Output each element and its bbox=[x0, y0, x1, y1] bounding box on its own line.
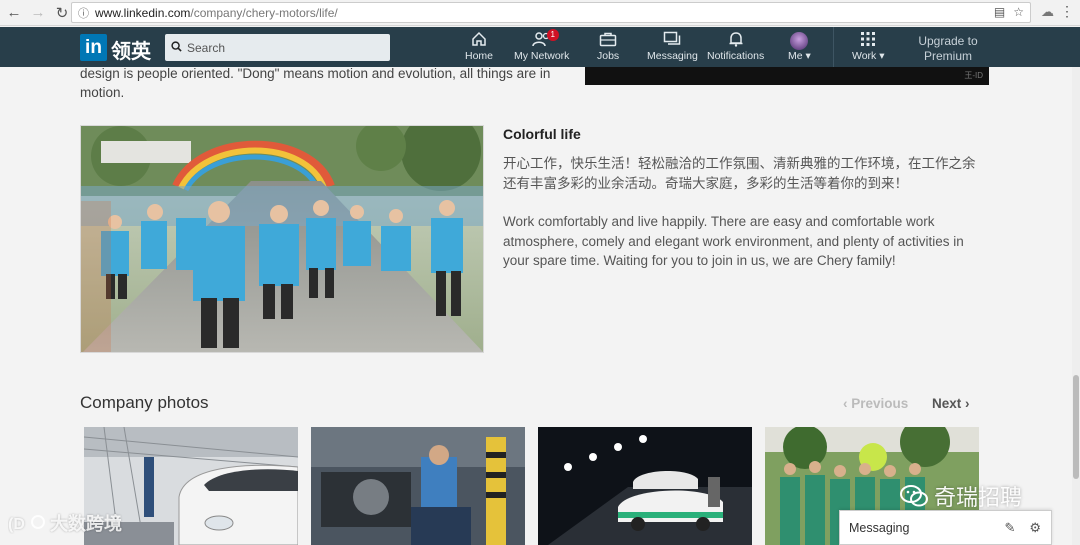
network-icon: 1 bbox=[531, 29, 559, 50]
messaging-bar-label: Messaging bbox=[849, 520, 910, 535]
previous-label: Previous bbox=[851, 396, 909, 411]
colorful-life-cn-text: 开心工作，快乐生活！轻松融洽的工作氛围、清新典雅的工作环境，在工作之余还有丰富多… bbox=[503, 156, 976, 191]
nav-home-label: Home bbox=[465, 50, 494, 62]
bell-icon bbox=[728, 31, 744, 50]
back-arrow-icon[interactable]: ← bbox=[4, 3, 24, 23]
nav-work-label: Work ▾ bbox=[852, 50, 885, 62]
company-photo-2[interactable] bbox=[311, 427, 525, 545]
next-button[interactable]: Next › bbox=[932, 396, 970, 411]
translate-icon[interactable]: ▤ bbox=[994, 5, 1005, 19]
nav-notifications[interactable]: Notifications bbox=[707, 31, 764, 62]
notification-badge: 1 bbox=[546, 29, 559, 41]
nav-messaging-label: Messaging bbox=[647, 50, 698, 62]
upgrade-premium-link[interactable]: Upgrade to Premium bbox=[905, 34, 991, 64]
url-host: www.linkedin.com bbox=[95, 5, 191, 20]
nav-my-network-label: My Network bbox=[514, 50, 570, 62]
linkedin-logo-cn[interactable]: 领英 bbox=[111, 35, 151, 64]
browser-toolbar: ← → ↻ ⓘ www.linkedin.com/company/chery-m… bbox=[0, 0, 1080, 26]
briefcase-icon bbox=[599, 31, 617, 50]
nav-messaging[interactable]: Messaging bbox=[647, 31, 698, 62]
about-intro-text: design is people oriented. "Dong" means … bbox=[80, 66, 551, 100]
avatar bbox=[790, 32, 809, 50]
company-photo-3[interactable] bbox=[538, 427, 752, 545]
svg-text:(D: (D bbox=[8, 516, 25, 533]
watermark-logo-icon: (D bbox=[8, 515, 45, 533]
gear-icon[interactable]: ⚙ bbox=[1029, 520, 1041, 536]
home-icon bbox=[471, 31, 487, 50]
watermark-right-text: 奇瑞招聘 bbox=[934, 485, 1023, 510]
next-label: Next bbox=[932, 396, 962, 411]
compose-icon[interactable]: ✎ bbox=[1004, 520, 1015, 536]
nav-work[interactable]: Work ▾ bbox=[852, 31, 885, 62]
watermark-left: (D 大数跨境 bbox=[8, 510, 122, 536]
colorful-life-title: Colorful life bbox=[503, 126, 581, 142]
messaging-panel-bar[interactable]: Messaging ✎ ⚙ bbox=[839, 510, 1052, 545]
video-caption: 王-ID bbox=[964, 71, 983, 80]
company-photos-title: Company photos bbox=[80, 393, 209, 412]
search-icon bbox=[171, 40, 182, 55]
address-bar[interactable]: ⓘ www.linkedin.com/company/chery-motors/… bbox=[71, 2, 1031, 23]
bookmark-star-icon[interactable]: ☆ bbox=[1013, 5, 1024, 19]
previous-button[interactable]: ‹ Previous bbox=[843, 396, 908, 411]
reload-icon[interactable]: ↻ bbox=[52, 3, 72, 23]
nav-my-network[interactable]: 1 My Network bbox=[514, 29, 570, 62]
nav-notifications-label: Notifications bbox=[707, 50, 765, 62]
colorful-life-photo bbox=[80, 125, 484, 353]
extension-cloud-icon[interactable]: ☁ bbox=[1041, 4, 1054, 20]
grid-icon bbox=[860, 31, 876, 50]
nav-jobs-label: Jobs bbox=[597, 50, 620, 62]
url-path: /company/chery-motors/life/ bbox=[190, 5, 338, 20]
nav-jobs[interactable]: Jobs bbox=[597, 31, 619, 62]
watermark-left-text: 大数跨境 bbox=[50, 514, 122, 534]
linkedin-logo[interactable]: in bbox=[80, 34, 107, 61]
messaging-icon bbox=[663, 31, 681, 50]
wechat-icon bbox=[900, 485, 928, 507]
search-input[interactable]: Search bbox=[165, 34, 390, 61]
video-embed[interactable]: 王-ID bbox=[585, 67, 989, 85]
browser-menu-icon[interactable]: ⋮ bbox=[1060, 3, 1074, 20]
colorful-life-body: 开心工作，快乐生活！轻松融洽的工作氛围、清新典雅的工作环境，在工作之余还有丰富多… bbox=[503, 154, 988, 290]
scrollbar-thumb[interactable] bbox=[1073, 375, 1079, 479]
nav-home[interactable]: Home bbox=[465, 31, 493, 62]
search-placeholder: Search bbox=[187, 40, 226, 55]
watermark-right: 奇瑞招聘 bbox=[900, 480, 1022, 512]
colorful-life-en-text: Work comfortably and live happily. There… bbox=[503, 214, 964, 268]
info-icon[interactable]: ⓘ bbox=[78, 5, 89, 21]
nav-me[interactable]: Me ▾ bbox=[788, 31, 811, 62]
page-scrollbar[interactable] bbox=[1072, 67, 1080, 545]
linkedin-navbar: in 领英 Search Home 1 My Network Jobs Mess… bbox=[0, 27, 1080, 67]
forward-arrow-icon[interactable]: → bbox=[28, 3, 48, 23]
nav-me-label: Me ▾ bbox=[788, 50, 811, 62]
nav-divider bbox=[833, 27, 834, 67]
